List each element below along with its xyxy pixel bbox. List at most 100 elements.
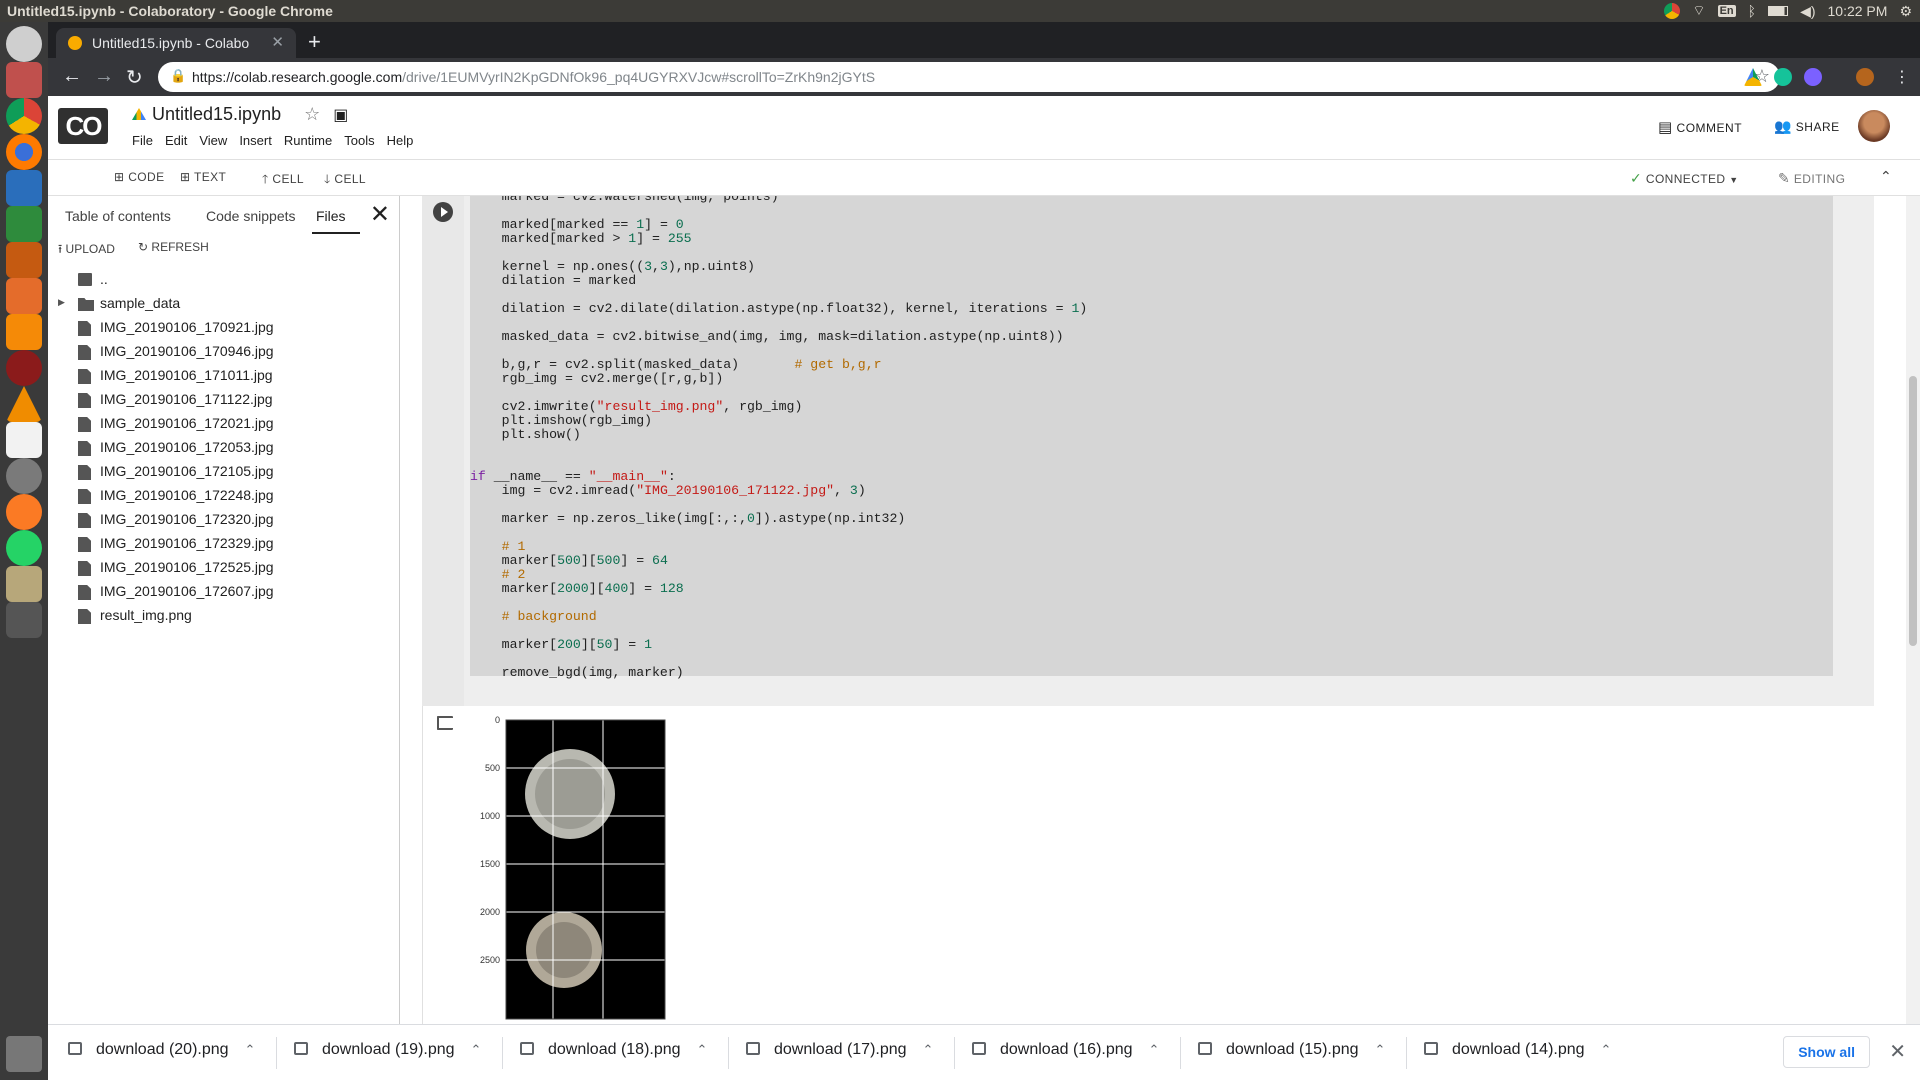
files-app-icon[interactable] xyxy=(6,62,42,98)
vlc-app-icon[interactable] xyxy=(6,386,42,422)
code-line[interactable] xyxy=(470,596,1087,610)
writer-app-icon[interactable] xyxy=(6,170,42,206)
file-item[interactable]: IMG_20190106_170946.jpg xyxy=(48,340,400,364)
move-cell-up-button[interactable]: 🡑 CELL xyxy=(262,170,304,191)
bluetooth-icon[interactable]: ᛒ xyxy=(1748,3,1756,19)
code-line[interactable]: marked[marked > 1] = 255 xyxy=(470,232,1087,246)
file-item[interactable]: IMG_20190106_170921.jpg xyxy=(48,316,400,340)
move-cell-down-button[interactable]: 🡓 CELL xyxy=(324,170,366,191)
file-item[interactable]: IMG_20190106_172053.jpg xyxy=(48,436,400,460)
code-line[interactable] xyxy=(470,344,1087,358)
code-line[interactable]: # 2 xyxy=(470,568,1087,582)
chevron-up-icon[interactable]: ⌃ xyxy=(697,1042,708,1057)
code-cell[interactable]: marked = cv2.watershed(img, points) mark… xyxy=(422,196,1874,706)
chevron-up-icon[interactable]: ⌃ xyxy=(1375,1042,1386,1057)
impress-app-icon[interactable] xyxy=(6,242,42,278)
back-arrow-icon[interactable]: ← xyxy=(62,65,82,88)
url-text[interactable]: https://colab.research.google.com/drive/… xyxy=(192,69,875,85)
volume-icon[interactable]: ◀) xyxy=(1800,3,1815,20)
file-item-parent[interactable]: .. xyxy=(48,268,400,292)
code-line[interactable]: # 1 xyxy=(470,540,1087,554)
code-line[interactable]: rgb_img = cv2.merge([r,g,b]) xyxy=(470,372,1087,386)
runtime-connected-status[interactable]: ✓ CONNECTED ▼ xyxy=(1630,170,1739,187)
code-line[interactable]: dilation = cv2.dilate(dilation.astype(np… xyxy=(470,302,1088,316)
code-line[interactable]: masked_data = cv2.bitwise_and(img, img, … xyxy=(470,330,1087,344)
code-line[interactable] xyxy=(470,204,1087,218)
expand-arrow-icon[interactable]: ▶ xyxy=(58,297,65,308)
menu-insert[interactable]: Insert xyxy=(239,133,272,148)
tab-table-of-contents[interactable]: Table of contents xyxy=(65,208,171,224)
run-cell-button[interactable] xyxy=(433,202,453,222)
calc-app-icon[interactable] xyxy=(6,206,42,242)
reload-icon[interactable]: ↻ xyxy=(126,65,143,90)
download-item[interactable]: download (18).png ⌃ xyxy=(520,1041,707,1059)
code-text[interactable]: marked = cv2.watershed(img, points) mark… xyxy=(470,196,1087,680)
firefox-app-icon[interactable] xyxy=(6,134,42,170)
code-line[interactable]: plt.imshow(rgb_img) xyxy=(470,414,1087,428)
code-line[interactable] xyxy=(470,498,1087,512)
file-item[interactable]: IMG_20190106_172607.jpg xyxy=(48,580,400,604)
download-item[interactable]: download (14).png ⌃ xyxy=(1424,1041,1611,1059)
code-line[interactable] xyxy=(470,386,1087,400)
lock-icon[interactable]: 🔒 xyxy=(170,68,186,84)
collapse-header-icon[interactable]: ⌃ xyxy=(1880,168,1892,185)
code-line[interactable]: cv2.imwrite("result_img.png", rgb_img) xyxy=(470,400,1087,414)
star-icon[interactable]: ☆ xyxy=(304,104,320,124)
settings-gear-icon[interactable]: ⚙ xyxy=(1899,3,1912,20)
system-settings-icon[interactable] xyxy=(6,458,42,494)
add-code-button[interactable]: ⊞ CODE xyxy=(114,170,164,184)
download-item[interactable]: download (20).png ⌃ xyxy=(68,1041,255,1059)
new-tab-button[interactable]: + xyxy=(308,29,321,55)
code-line[interactable] xyxy=(470,442,1087,456)
chrome-tray-icon[interactable] xyxy=(1664,3,1681,19)
colab-logo[interactable]: CO xyxy=(58,108,108,144)
code-line[interactable]: marker[500][500] = 64 xyxy=(470,554,1087,568)
chevron-up-icon[interactable]: ⌃ xyxy=(923,1042,934,1057)
code-line[interactable] xyxy=(470,652,1087,666)
amazon-app-icon[interactable] xyxy=(6,422,42,458)
chevron-up-icon[interactable]: ⌃ xyxy=(1149,1042,1160,1057)
file-item[interactable]: IMG_20190106_171122.jpg xyxy=(48,388,400,412)
save-copy-icon[interactable]: ▣ xyxy=(333,107,348,124)
scrollbar-thumb[interactable] xyxy=(1909,376,1917,646)
refresh-button[interactable]: ↻ REFRESH xyxy=(138,240,228,254)
menu-tools[interactable]: Tools xyxy=(344,133,374,148)
close-sidebar-icon[interactable]: ✕ xyxy=(370,200,390,229)
tab-files[interactable]: Files xyxy=(312,208,360,234)
file-item[interactable]: result_img.png xyxy=(48,604,400,628)
code-line[interactable]: # background xyxy=(470,610,1087,624)
code-line[interactable]: marker[2000][400] = 128 xyxy=(470,582,1087,596)
clock[interactable]: 10:22 PM xyxy=(1828,3,1888,19)
rocket-extension-icon[interactable] xyxy=(1804,68,1822,86)
whatsapp-app-icon[interactable] xyxy=(6,530,42,566)
download-item[interactable]: download (15).png ⌃ xyxy=(1198,1041,1385,1059)
upload-button[interactable]: ⭱ UPLOAD xyxy=(58,240,148,261)
software-center-icon[interactable] xyxy=(6,278,42,314)
trash-icon[interactable] xyxy=(6,1036,42,1072)
user-avatar[interactable] xyxy=(1858,110,1890,142)
address-bar[interactable]: 🔒 https://colab.research.google.com/driv… xyxy=(158,62,1780,92)
chevron-up-icon[interactable]: ⌃ xyxy=(1601,1042,1612,1057)
forward-arrow-icon[interactable]: → xyxy=(94,65,114,88)
file-item[interactable]: IMG_20190106_172021.jpg xyxy=(48,412,400,436)
close-tab-icon[interactable]: ✕ xyxy=(271,33,284,51)
workspace-switcher-icon[interactable] xyxy=(6,602,42,638)
code-line[interactable]: marker[200][50] = 1 xyxy=(470,638,1087,652)
code-line[interactable] xyxy=(470,288,1087,302)
code-line[interactable]: dilation = marked xyxy=(470,274,1087,288)
sublime-text-icon[interactable] xyxy=(6,314,42,350)
download-item[interactable]: download (16).png ⌃ xyxy=(972,1041,1159,1059)
code-line[interactable]: b,g,r = cv2.split(masked_data) # get b,g… xyxy=(470,358,1087,372)
xampp-app-icon[interactable] xyxy=(6,494,42,530)
download-item[interactable]: download (17).png ⌃ xyxy=(746,1041,933,1059)
share-button[interactable]: 👥 SHARE xyxy=(1774,118,1840,135)
code-line[interactable]: plt.show() xyxy=(470,428,1087,442)
code-line[interactable]: kernel = np.ones((3,3),np.uint8) xyxy=(470,260,1087,274)
code-line[interactable]: remove_bgd(img, marker) xyxy=(470,666,1087,680)
menu-file[interactable]: File xyxy=(132,133,153,148)
add-text-button[interactable]: ⊞ TEXT xyxy=(180,170,226,184)
chrome-app-icon[interactable] xyxy=(6,98,42,134)
editing-mode-button[interactable]: ✎ EDITING xyxy=(1778,170,1845,187)
file-item[interactable]: IMG_20190106_172248.jpg xyxy=(48,484,400,508)
browser-menu-icon[interactable]: ⋮ xyxy=(1894,67,1910,87)
